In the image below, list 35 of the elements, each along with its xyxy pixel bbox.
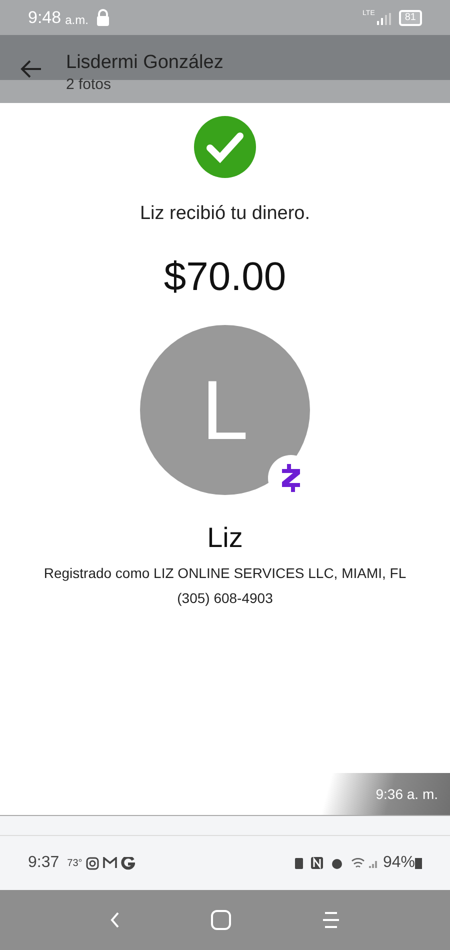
status-ampm: a.m. bbox=[65, 12, 88, 28]
header-title: Lisdermi González bbox=[66, 51, 224, 75]
battery-icon bbox=[415, 857, 422, 869]
menu-icon bbox=[322, 911, 340, 929]
g-icon bbox=[121, 856, 136, 870]
signal-icon bbox=[376, 13, 391, 25]
wifi-icon bbox=[350, 857, 365, 869]
amount: $70.00 bbox=[164, 254, 286, 300]
camera-icon bbox=[86, 856, 100, 870]
battery-saver-icon bbox=[294, 857, 303, 869]
recents-button[interactable] bbox=[322, 911, 340, 929]
home-square-icon bbox=[210, 910, 231, 930]
lock-icon bbox=[96, 9, 110, 26]
inner-status-time: 9:37 bbox=[28, 853, 60, 873]
back-arrow-icon bbox=[20, 59, 42, 79]
checkmark-icon bbox=[194, 116, 256, 178]
header-subtitle: 2 fotos bbox=[66, 75, 112, 95]
signal-icon bbox=[368, 858, 379, 868]
success-message: Liz recibió tu dinero. bbox=[140, 202, 310, 226]
status-time: 9:48 bbox=[28, 6, 62, 29]
phone-number: (305) 608-4903 bbox=[177, 588, 273, 608]
back-button[interactable] bbox=[20, 59, 42, 79]
avatar: L bbox=[140, 324, 310, 494]
message-timestamp: 9:36 a. m. bbox=[376, 785, 438, 804]
nfc-icon bbox=[310, 857, 323, 869]
registered-info: Registrado como LIZ ONLINE SERVICES LLC, MIAMI, FL bbox=[44, 564, 406, 583]
mail-icon bbox=[103, 857, 118, 869]
home-button[interactable] bbox=[210, 910, 231, 930]
back-chevron-icon bbox=[110, 912, 120, 928]
logo-icon bbox=[280, 462, 302, 492]
battery-indicator: 81 bbox=[398, 10, 422, 26]
temperature: 73° bbox=[67, 856, 82, 870]
recipient-name: Liz bbox=[207, 520, 243, 554]
back-nav-button[interactable] bbox=[110, 912, 120, 928]
battery-percent: 94% bbox=[382, 853, 415, 873]
